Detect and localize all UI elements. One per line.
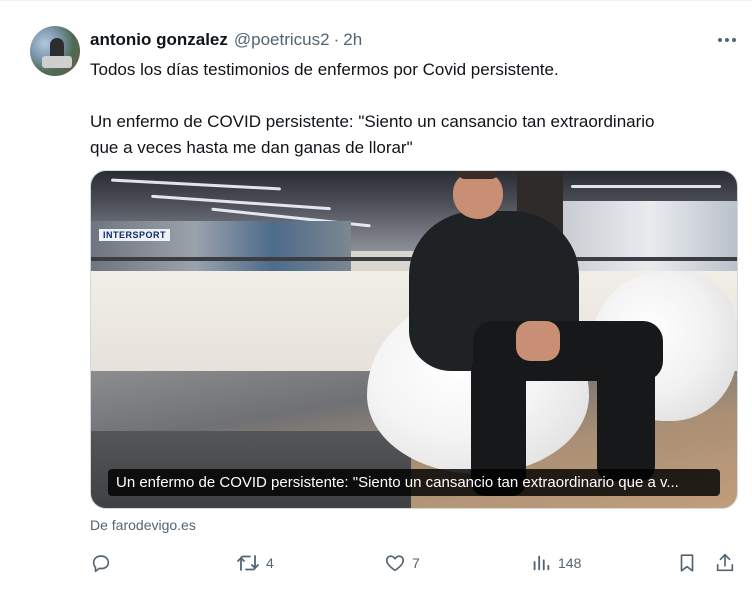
avatar-bench xyxy=(42,56,72,68)
share-icon xyxy=(716,553,734,572)
retweet-button[interactable]: 4 xyxy=(236,549,274,577)
bookmark-icon xyxy=(680,554,694,572)
reply-button[interactable] xyxy=(90,549,118,577)
share-button[interactable] xyxy=(714,549,736,577)
retweet-icon xyxy=(237,555,259,571)
like-button[interactable]: 7 xyxy=(384,549,420,577)
person-hair xyxy=(457,171,499,179)
person-hands xyxy=(516,321,560,361)
tweet-header: antonio gonzalez @poetricus2 · 2h xyxy=(90,29,362,51)
store-sign: INTERSPORT xyxy=(99,229,171,241)
bookmark-button[interactable] xyxy=(676,549,698,577)
tweet-text-line: Un enfermo de COVID persistente: "Siento… xyxy=(90,112,655,131)
views-icon xyxy=(533,555,550,571)
card-caption[interactable]: Un enfermo de COVID persistente: "Siento… xyxy=(108,469,720,496)
person-leg xyxy=(597,346,655,481)
views-button[interactable]: 148 xyxy=(530,549,581,577)
heart-icon xyxy=(385,555,405,572)
timestamp[interactable]: 2h xyxy=(343,30,362,50)
more-icon[interactable] xyxy=(712,29,742,51)
separator-dot: · xyxy=(333,30,340,49)
reply-icon xyxy=(92,555,110,573)
like-count: 7 xyxy=(412,555,420,571)
link-card-image[interactable]: INTERSPORT xyxy=(90,170,738,509)
tweet-text: Todos los días testimonios de enfermos p… xyxy=(90,57,730,161)
tweet[interactable]: antonio gonzalez @poetricus2 · 2h Todos … xyxy=(0,0,752,592)
action-bar: 4 7 148 xyxy=(90,549,742,577)
views-count: 148 xyxy=(558,555,582,571)
avatar[interactable] xyxy=(30,26,80,76)
tweet-text-line: Todos los días testimonios de enfermos p… xyxy=(90,60,559,79)
author-name[interactable]: antonio gonzalez xyxy=(90,30,228,50)
tweet-text-line: que a veces hasta me dan ganas de llorar… xyxy=(90,138,413,157)
card-source[interactable]: De farodevigo.es xyxy=(90,517,196,533)
author-handle[interactable]: @poetricus2 xyxy=(234,30,330,50)
retweet-count: 4 xyxy=(266,555,274,571)
